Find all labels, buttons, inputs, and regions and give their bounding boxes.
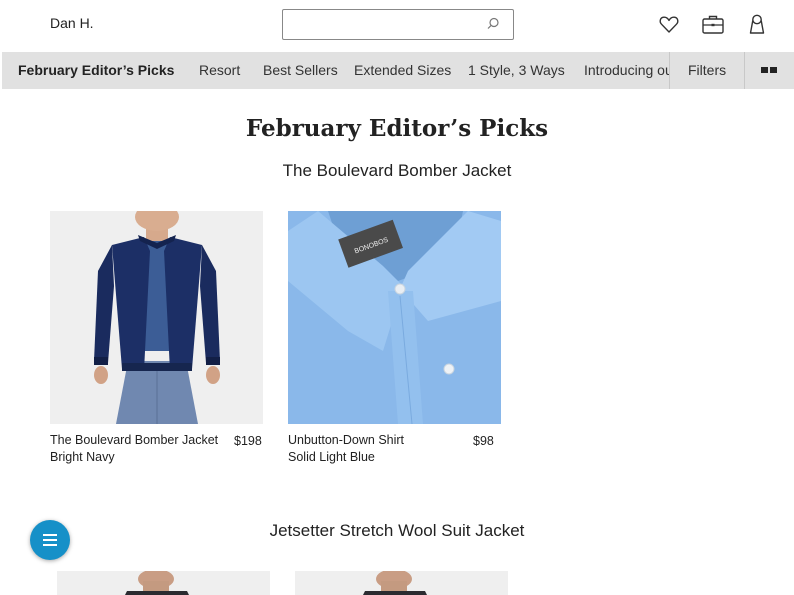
section-title: Jetsetter Stretch Wool Suit Jacket xyxy=(269,521,525,540)
product-image-shirt[interactable]: BONOBOS xyxy=(288,211,501,424)
nav-item-resort[interactable]: Resort xyxy=(199,62,240,78)
product-name[interactable]: Unbutton-Down Shirt xyxy=(288,432,404,449)
search-icon[interactable] xyxy=(485,16,501,32)
site-header: Dan H. xyxy=(0,0,794,52)
category-nav-items: February Editor’s Picks Resort Best Sell… xyxy=(2,52,670,89)
grid-view-icon-square xyxy=(770,67,777,73)
filters-button[interactable]: Filters xyxy=(669,52,745,89)
product-image-suit-jacket[interactable] xyxy=(295,571,508,595)
nav-item-1-style-3-ways[interactable]: 1 Style, 3 Ways xyxy=(468,62,565,78)
light-blue-shirt-closeup: BONOBOS xyxy=(288,211,501,424)
product-image-bomber-jacket[interactable] xyxy=(50,211,263,424)
product-image-suit-jacket[interactable] xyxy=(57,571,270,595)
menu-fab-button[interactable] xyxy=(30,520,70,560)
grid-view-toggle[interactable] xyxy=(744,52,794,89)
section-title: The Boulevard Bomber Jacket xyxy=(282,161,512,180)
product-name[interactable]: The Boulevard Bomber Jacket xyxy=(50,432,218,449)
nav-item-february-editors-picks[interactable]: February Editor’s Picks xyxy=(18,62,174,78)
nav-item-extended-sizes[interactable]: Extended Sizes xyxy=(354,62,451,78)
bag-icon[interactable] xyxy=(701,12,725,36)
heart-icon[interactable] xyxy=(657,12,681,36)
search-input[interactable] xyxy=(289,14,483,36)
product-color: Bright Navy xyxy=(50,450,115,464)
search-box[interactable] xyxy=(282,9,514,40)
product-color: Solid Light Blue xyxy=(288,450,375,464)
navy-bomber-jacket-model xyxy=(50,211,263,424)
suit-jacket-model xyxy=(295,571,508,595)
filters-label: Filters xyxy=(688,62,727,78)
grid-view-icon xyxy=(761,67,768,73)
user-name[interactable]: Dan H. xyxy=(50,15,94,31)
account-icon[interactable] xyxy=(745,12,769,36)
category-nav: February Editor’s Picks Resort Best Sell… xyxy=(2,52,794,89)
nav-item-best-sellers[interactable]: Best Sellers xyxy=(263,62,338,78)
product-price: $98 xyxy=(473,434,494,448)
nav-item-introducing[interactable]: Introducing our xyxy=(584,62,670,78)
page-title: February Editor’s Picks xyxy=(245,115,549,142)
suit-jacket-model xyxy=(57,571,270,595)
product-price: $198 xyxy=(234,434,262,448)
